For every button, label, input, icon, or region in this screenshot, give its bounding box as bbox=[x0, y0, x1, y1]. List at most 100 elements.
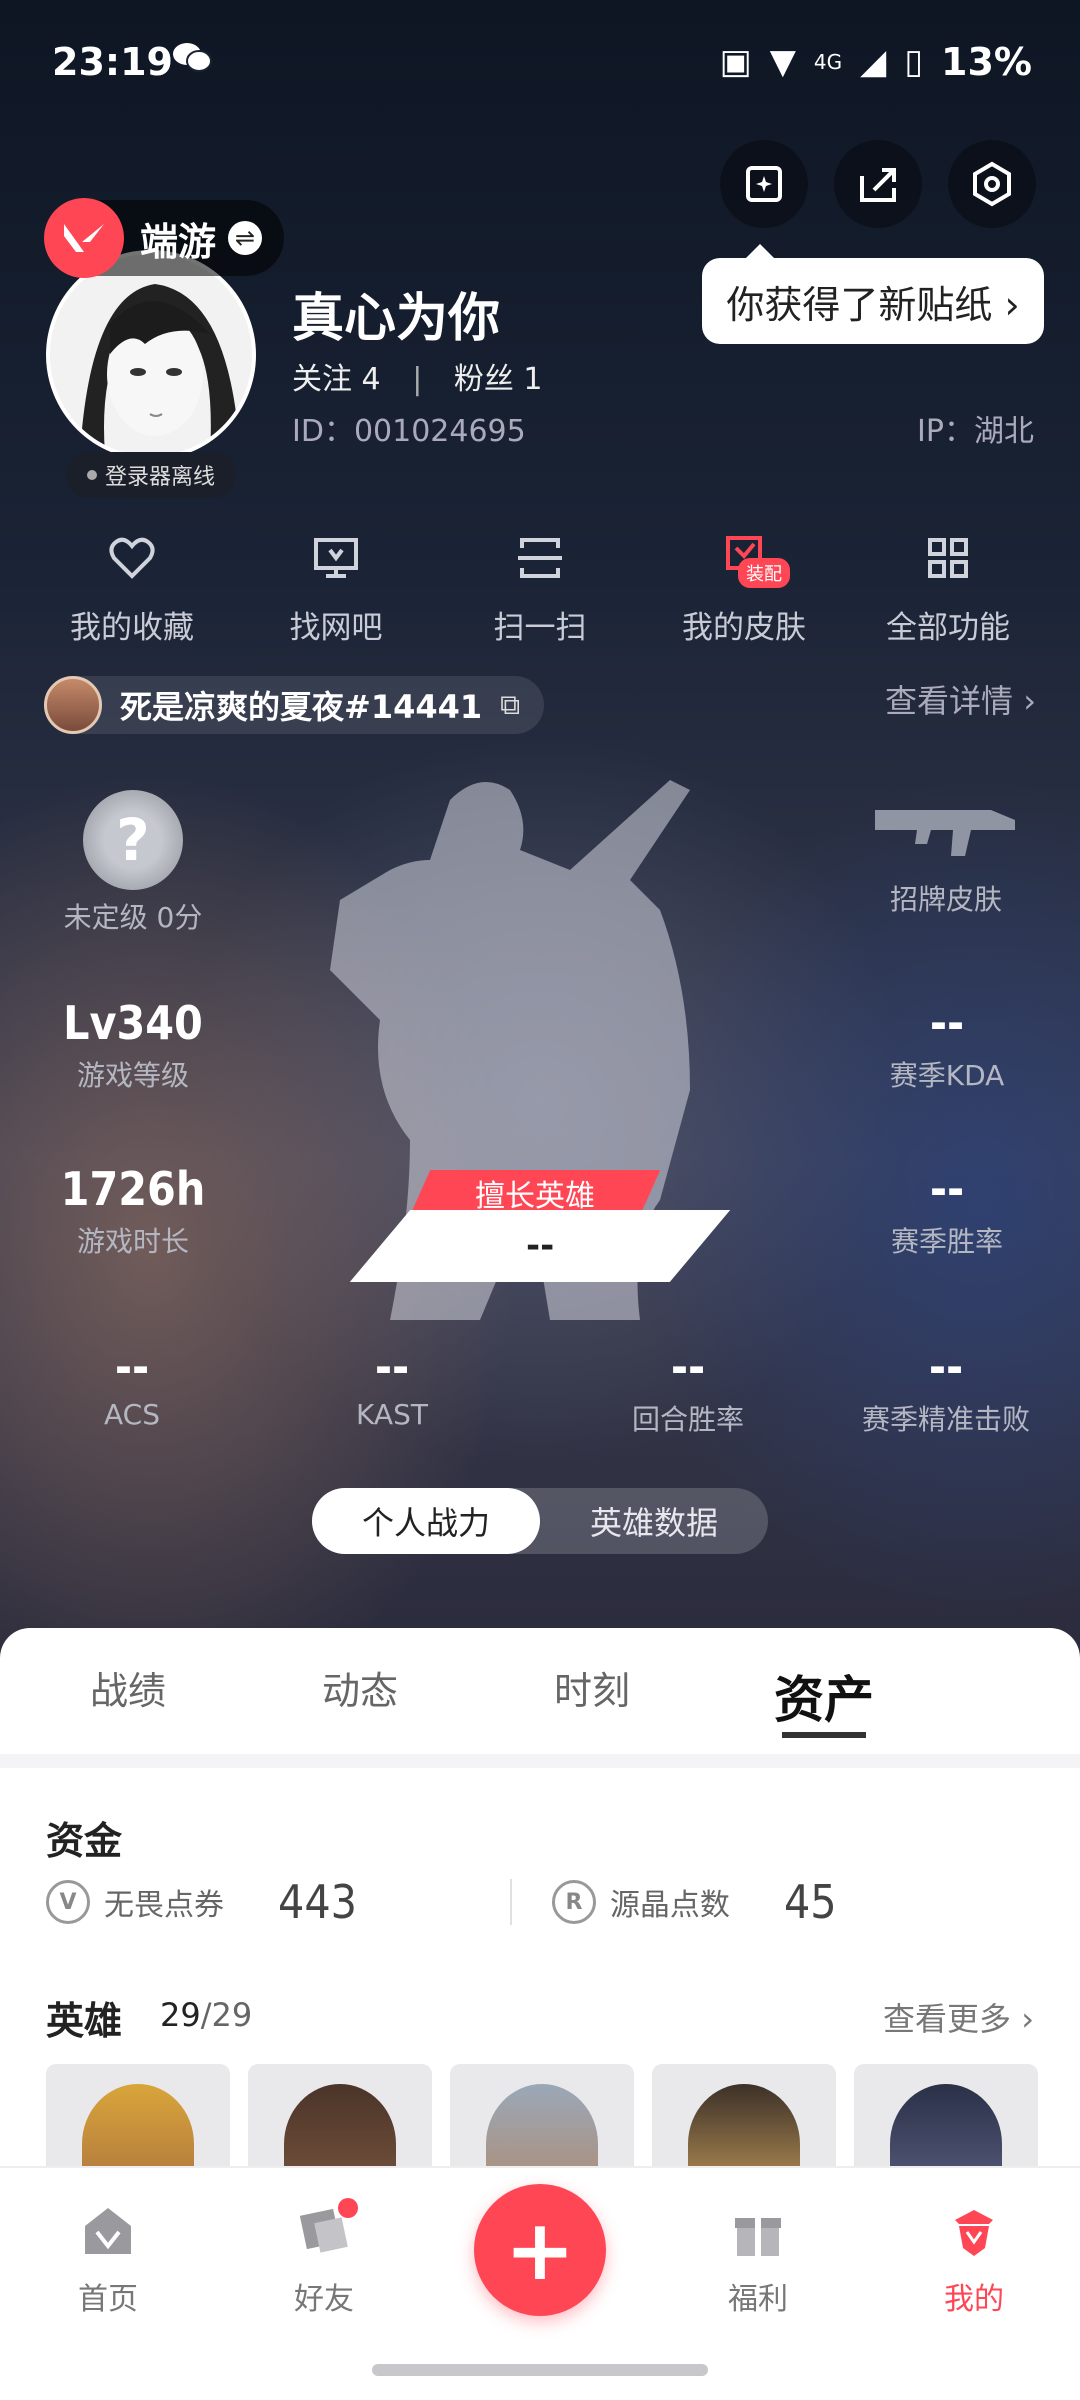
agent-portrait bbox=[284, 2084, 396, 2174]
player-card-avatar bbox=[44, 676, 102, 734]
view-details-link[interactable]: 查看详情 › bbox=[885, 676, 1036, 722]
gift-icon bbox=[735, 2218, 781, 2256]
valorant-points[interactable]: V 无畏点券 443 bbox=[46, 1875, 530, 1929]
equip-badge: 装配 bbox=[738, 558, 790, 588]
quick-functions: 我的收藏 找网吧 扫一扫 装配 我的皮肤 全部功能 bbox=[0, 522, 1080, 647]
copy-icon[interactable]: ⧉ bbox=[500, 688, 520, 722]
nav-home[interactable]: 首页 bbox=[38, 2198, 178, 2318]
active-tab-indicator bbox=[782, 1732, 866, 1738]
home-indicator[interactable] bbox=[372, 2364, 708, 2376]
nickname: 真心为你 bbox=[292, 289, 501, 349]
view-more-heroes-link[interactable]: 查看更多 › bbox=[883, 1994, 1034, 2040]
kda-value: -- bbox=[929, 996, 965, 1050]
tab-agent-data[interactable]: 英雄数据 bbox=[540, 1488, 768, 1554]
signature-skin-stat[interactable]: 招牌皮肤 bbox=[858, 800, 1034, 918]
funds-title: 资金 bbox=[46, 1819, 123, 1863]
rifle-icon bbox=[875, 810, 1015, 856]
agent-card[interactable] bbox=[46, 2064, 230, 2174]
tab-moments[interactable]: 时刻 bbox=[476, 1660, 708, 1732]
tab-match-history[interactable]: 战绩 bbox=[12, 1660, 244, 1732]
tab-feed[interactable]: 动态 bbox=[244, 1660, 476, 1732]
best-agent-value-box: -- bbox=[349, 1210, 731, 1282]
friends-notification-dot bbox=[338, 2198, 358, 2218]
profile-icon bbox=[955, 2210, 993, 2256]
nav-friends[interactable]: 好友 bbox=[254, 2198, 394, 2318]
func-find-cafe[interactable]: 找网吧 bbox=[246, 522, 426, 647]
nav-welfare[interactable]: 福利 bbox=[688, 2198, 828, 2318]
best-agent-value: -- bbox=[525, 1226, 555, 1266]
stats-segment-toggle: 个人战力 英雄数据 bbox=[312, 1488, 768, 1554]
heroes-title: 英雄 bbox=[46, 1999, 123, 2043]
valorant-logo-icon bbox=[44, 198, 124, 278]
follow-link[interactable]: 关注 4 bbox=[292, 362, 381, 397]
signature-skin-label: 招牌皮肤 bbox=[889, 883, 1002, 916]
avatar[interactable] bbox=[46, 250, 256, 460]
level-value: Lv340 bbox=[63, 996, 203, 1050]
tab-assets[interactable]: 资产 bbox=[708, 1660, 940, 1738]
agent-portrait bbox=[486, 2084, 598, 2174]
nav-me[interactable]: 我的 bbox=[904, 2198, 1044, 2318]
follow-count: 4 bbox=[361, 362, 381, 397]
radianite-points-value: 45 bbox=[783, 1875, 837, 1929]
radianite-points-icon: R bbox=[551, 1880, 596, 1924]
kda-stat: -- 赛季KDA bbox=[862, 996, 1032, 1094]
playtime-label: 游戏时长 bbox=[76, 1225, 189, 1258]
nav-friends-label: 好友 bbox=[294, 2282, 354, 2317]
user-id: ID：001024695 bbox=[292, 414, 526, 449]
tab-assets-label: 资产 bbox=[774, 1671, 874, 1729]
best-agent-tag-text: 擅长英雄 bbox=[475, 1179, 595, 1214]
sticker-button[interactable] bbox=[720, 140, 808, 228]
top-actions bbox=[720, 140, 1036, 228]
winrate-stat: -- 赛季胜率 bbox=[862, 1162, 1032, 1260]
agent-portrait bbox=[688, 2084, 800, 2174]
radianite-points-label: 源晶点数 bbox=[609, 1888, 730, 1923]
rank-stat[interactable]: ? 未定级 0分 bbox=[48, 790, 218, 936]
round-winrate-label: 回合胜率 bbox=[631, 1403, 744, 1436]
app-switch-badge[interactable]: 端游 ⇌ bbox=[44, 198, 284, 278]
sticker-icon bbox=[746, 166, 782, 202]
func-label: 找网吧 bbox=[289, 610, 383, 646]
agent-card[interactable] bbox=[248, 2064, 432, 2174]
unranked-icon: ? bbox=[83, 790, 183, 890]
nav-home-label: 首页 bbox=[78, 2282, 138, 2317]
fans-link[interactable]: 粉丝 1 bbox=[454, 362, 543, 397]
level-stat: Lv340 游戏等级 bbox=[48, 996, 218, 1094]
agent-card[interactable] bbox=[854, 2064, 1038, 2174]
create-post-button[interactable]: + bbox=[474, 2184, 606, 2316]
battery-level: 13% bbox=[941, 40, 1032, 84]
playtime-stat: 1726h 游戏时长 bbox=[48, 1162, 218, 1260]
tab-personal-power[interactable]: 个人战力 bbox=[312, 1488, 540, 1554]
playtime-value: 1726h bbox=[60, 1162, 206, 1216]
acs-stat: -- ACS bbox=[52, 1340, 212, 1431]
section-divider bbox=[0, 1754, 1080, 1768]
func-label: 我的皮肤 bbox=[682, 610, 806, 646]
plus-icon: + bbox=[504, 2201, 576, 2299]
nav-me-label: 我的 bbox=[944, 2282, 1004, 2317]
precise-kills-stat: -- 赛季精准击败 bbox=[846, 1340, 1046, 1438]
login-status-text: 登录器离线 bbox=[104, 465, 215, 490]
heart-icon bbox=[109, 537, 155, 579]
settings-button[interactable] bbox=[948, 140, 1036, 228]
func-favorites[interactable]: 我的收藏 bbox=[42, 522, 222, 647]
radianite-points[interactable]: R 源晶点数 45 bbox=[551, 1875, 1036, 1929]
fans-count: 1 bbox=[523, 362, 543, 397]
agent-card[interactable] bbox=[450, 2064, 634, 2174]
func-scan[interactable]: 扫一扫 bbox=[450, 522, 630, 647]
app-name: 端游 bbox=[140, 219, 217, 264]
winrate-value: -- bbox=[929, 1162, 965, 1216]
share-button[interactable] bbox=[834, 140, 922, 228]
scan-icon bbox=[518, 538, 562, 578]
new-sticker-tooltip[interactable]: 你获得了新贴纸 › bbox=[702, 244, 1044, 344]
func-all[interactable]: 全部功能 bbox=[858, 522, 1038, 647]
system-icons: ▣ ▼ 4G ◢ ▯ 13% bbox=[720, 40, 1032, 84]
riot-id-chip[interactable]: 死是凉爽的夏夜#14441 ⧉ bbox=[44, 676, 544, 734]
func-my-skins[interactable]: 装配 我的皮肤 bbox=[654, 522, 834, 647]
best-agent-plate[interactable]: 擅长英雄 -- bbox=[349, 1170, 731, 1282]
follow-stats: 关注 4 | 粉丝 1 bbox=[292, 354, 542, 398]
round-winrate-value: -- bbox=[670, 1340, 706, 1394]
heroes-owned: 29 bbox=[160, 1996, 201, 2034]
kast-value: -- bbox=[374, 1340, 410, 1394]
agent-card[interactable] bbox=[652, 2064, 836, 2174]
status-time: 23:19 bbox=[52, 40, 173, 84]
funds-divider bbox=[510, 1879, 512, 1925]
